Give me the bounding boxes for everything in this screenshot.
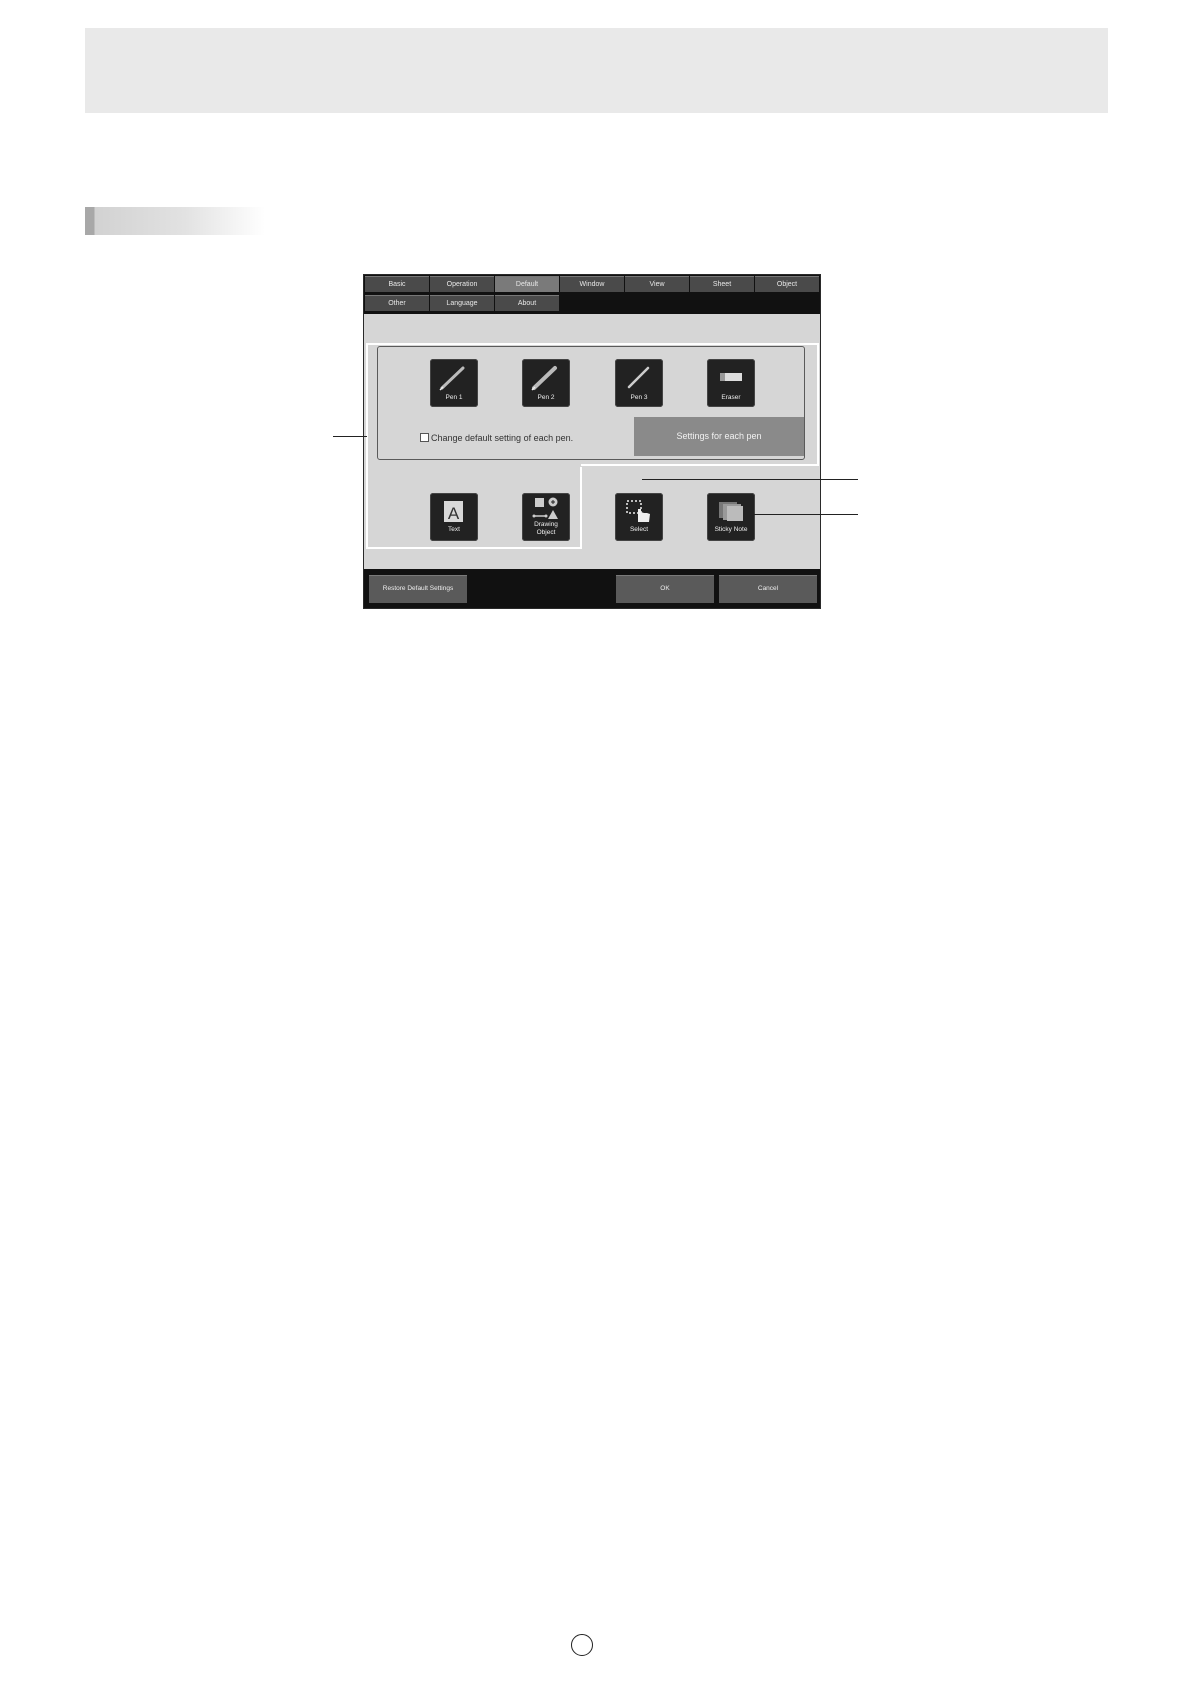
callout-line-left: [333, 436, 367, 437]
highlight-outline: [366, 343, 819, 549]
settings-dialog: Basic Operation Default Window View Shee…: [363, 274, 821, 609]
page-number-marker: [571, 1634, 593, 1656]
cancel-button[interactable]: Cancel: [719, 575, 817, 603]
page-header-band: [85, 28, 1108, 113]
section-heading-tag: [85, 207, 265, 235]
bottom-bar: Restore Default Settings OK Cancel: [364, 569, 820, 608]
ok-button[interactable]: OK: [616, 575, 714, 603]
callout-line-sticky-note: [752, 514, 858, 515]
restore-default-settings-button[interactable]: Restore Default Settings: [369, 575, 467, 603]
callout-line-select: [642, 479, 858, 480]
